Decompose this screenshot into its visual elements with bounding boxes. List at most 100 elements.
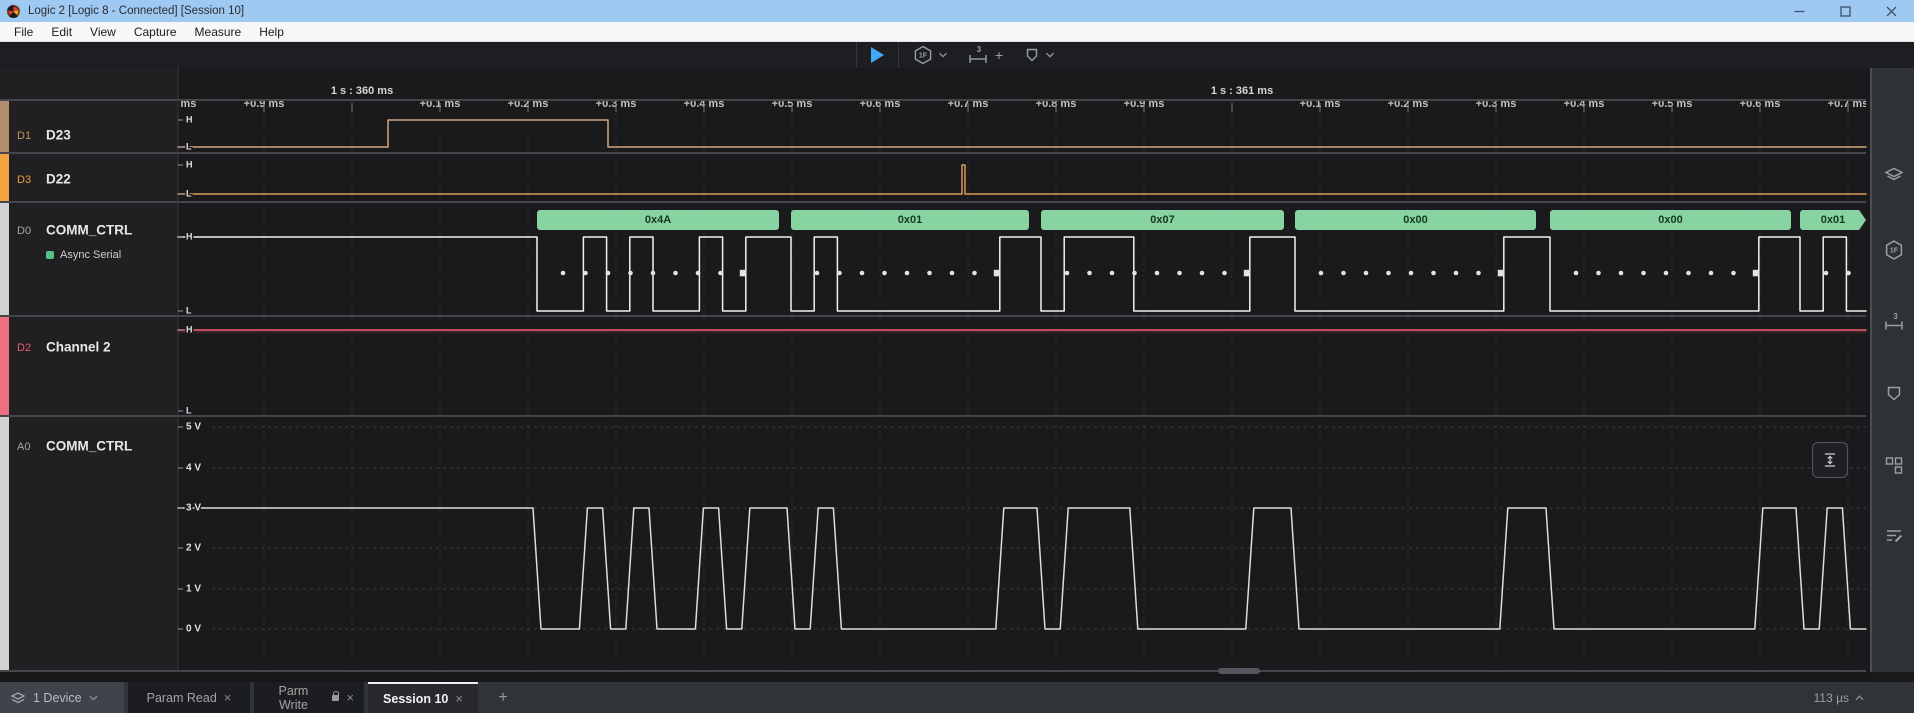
- menu-measure[interactable]: Measure: [186, 22, 251, 42]
- bit-sample-dot: [1087, 271, 1092, 276]
- decoded-byte-value: 0x01: [1821, 214, 1845, 226]
- menu-capture[interactable]: Capture: [125, 22, 186, 42]
- level-label: H: [186, 159, 193, 169]
- timeline-ruler[interactable]: +0.8 ms+0.9 ms1 s : 360 ms+0.1 ms+0.2 ms…: [156, 85, 1869, 671]
- decoded-byte-bubble[interactable]: 0x00: [1295, 210, 1536, 230]
- decoded-byte-bubble[interactable]: 0x01: [791, 210, 1029, 230]
- tab-parm-write[interactable]: Parm Write×: [254, 682, 364, 713]
- extensions-icon: [1882, 453, 1906, 477]
- sidebar-measure-ruler-button[interactable]: 3: [1881, 309, 1907, 335]
- maximize-button[interactable]: [1822, 0, 1868, 22]
- channel-name: COMM_CTRL: [46, 439, 132, 454]
- channel-color-strip-d1: [0, 101, 9, 152]
- toolbar-divider: [856, 42, 857, 68]
- level-label: L: [186, 305, 192, 315]
- level-label: H: [186, 231, 193, 241]
- play-icon: [871, 47, 884, 63]
- h-scrollbar-thumb[interactable]: [1218, 668, 1260, 674]
- decoded-byte-bubble[interactable]: 0x4A: [537, 210, 779, 230]
- bit-sample-dot: [1341, 271, 1346, 276]
- tab-close-icon[interactable]: ×: [455, 692, 463, 705]
- bit-sample-dot: [1200, 271, 1205, 276]
- bit-sample-dot: [561, 271, 566, 276]
- decoded-byte-bubble[interactable]: 0x00: [1550, 210, 1791, 230]
- bit-sample-dot: [927, 271, 932, 276]
- bit-end-marker: [1753, 270, 1760, 277]
- analog-scale-button[interactable]: [1812, 442, 1848, 478]
- channel-name: D23: [46, 128, 71, 143]
- h-scrollbar-track[interactable]: [0, 672, 1872, 682]
- trace-a0: [178, 508, 1866, 629]
- capture-range[interactable]: 113 µs: [1814, 682, 1864, 713]
- level-label: 4 V: [186, 463, 201, 474]
- chevron-down-icon: [1045, 52, 1055, 58]
- annotations-button[interactable]: [1023, 46, 1041, 64]
- window-title: Logic 2 [Logic 8 - Connected] [Session 1…: [28, 5, 244, 17]
- bit-sample-dot: [972, 271, 977, 276]
- device-selector[interactable]: 1 Device: [0, 682, 124, 713]
- app-window: Logic 2 [Logic 8 - Connected] [Session 1…: [0, 0, 1914, 713]
- trace-d1: [178, 120, 1866, 147]
- sidebar-trigger-hex-button[interactable]: 1F: [1881, 237, 1907, 263]
- minimize-button[interactable]: [1776, 0, 1822, 22]
- bit-sample-dot: [1386, 271, 1391, 276]
- new-tab-button[interactable]: +: [488, 682, 518, 713]
- waveform-canvas[interactable]: +0.8 ms+0.9 ms1 s : 360 ms+0.1 ms+0.2 ms…: [0, 68, 1872, 672]
- menu-view[interactable]: View: [81, 22, 125, 42]
- decoded-byte-value: 0x4A: [645, 214, 671, 226]
- close-icon: [1886, 6, 1897, 17]
- bit-sample-dot: [1731, 271, 1736, 276]
- level-label: 1 V: [186, 584, 201, 595]
- tab-session-10[interactable]: Session 10 ×: [368, 682, 478, 713]
- capture-range-label: 113 µs: [1814, 691, 1849, 705]
- vertical-scale-icon: [1820, 450, 1840, 470]
- bit-sample-dot: [1596, 271, 1601, 276]
- app-icon: [7, 5, 20, 18]
- bit-end-marker: [1244, 270, 1251, 277]
- sidebar-notes-button[interactable]: [1881, 523, 1907, 549]
- channel-id: D2: [17, 342, 31, 354]
- channel-color-strip-d2: [0, 317, 9, 415]
- lock-icon: [332, 695, 340, 701]
- sidebar-analyzers-button[interactable]: [1881, 162, 1907, 188]
- tab-close-icon[interactable]: ×: [346, 691, 354, 704]
- tab-label: Session 10: [383, 692, 448, 706]
- channel-color-strip-a0: [0, 417, 9, 671]
- measurements-button[interactable]: 3: [966, 45, 990, 65]
- analyzer-name[interactable]: Async Serial: [60, 249, 121, 261]
- minimize-icon: [1794, 6, 1805, 17]
- trigger-dropdown[interactable]: [938, 52, 948, 58]
- bit-sample-dot: [718, 271, 723, 276]
- trigger-hex-icon: 1F: [912, 44, 934, 66]
- tab-close-icon[interactable]: ×: [224, 691, 232, 704]
- menu-file[interactable]: File: [5, 22, 42, 42]
- play-button[interactable]: [871, 47, 884, 63]
- decoded-byte-value: 0x01: [898, 214, 922, 226]
- sidebar-extensions-button[interactable]: [1881, 452, 1907, 478]
- close-button[interactable]: [1868, 0, 1914, 22]
- tab-param-read[interactable]: Param Read×: [128, 682, 250, 713]
- channel-name: Channel 2: [46, 340, 111, 355]
- sidebar-annotations-flag-button[interactable]: [1881, 382, 1907, 408]
- annotations-dropdown[interactable]: [1045, 52, 1055, 58]
- menu-help[interactable]: Help: [250, 22, 293, 42]
- channel-label-d2[interactable]: D2 Channel 2: [17, 340, 111, 355]
- trigger-button[interactable]: 1F: [912, 44, 934, 66]
- bit-sample-dot: [1431, 271, 1436, 276]
- window-controls: [1776, 0, 1914, 22]
- maximize-icon: [1840, 6, 1851, 17]
- bit-sample-dot: [837, 271, 842, 276]
- decoded-byte-bubble[interactable]: 0x07: [1041, 210, 1284, 230]
- decoded-byte-bubble[interactable]: 0x01: [1800, 210, 1866, 230]
- decoded-byte-value: 0x00: [1403, 214, 1427, 226]
- chevron-down-icon: [89, 695, 98, 701]
- channel-id: D1: [17, 130, 31, 142]
- measure-ruler-icon: 3: [966, 45, 990, 65]
- menu-edit[interactable]: Edit: [42, 22, 81, 42]
- bit-sample-dot: [1476, 271, 1481, 276]
- decoded-byte-value: 0x00: [1658, 214, 1682, 226]
- level-label: H: [186, 114, 193, 124]
- add-measurement-button[interactable]: +: [995, 48, 1003, 62]
- svg-text:3: 3: [1893, 312, 1898, 321]
- analyzer-color-chip: [46, 251, 54, 259]
